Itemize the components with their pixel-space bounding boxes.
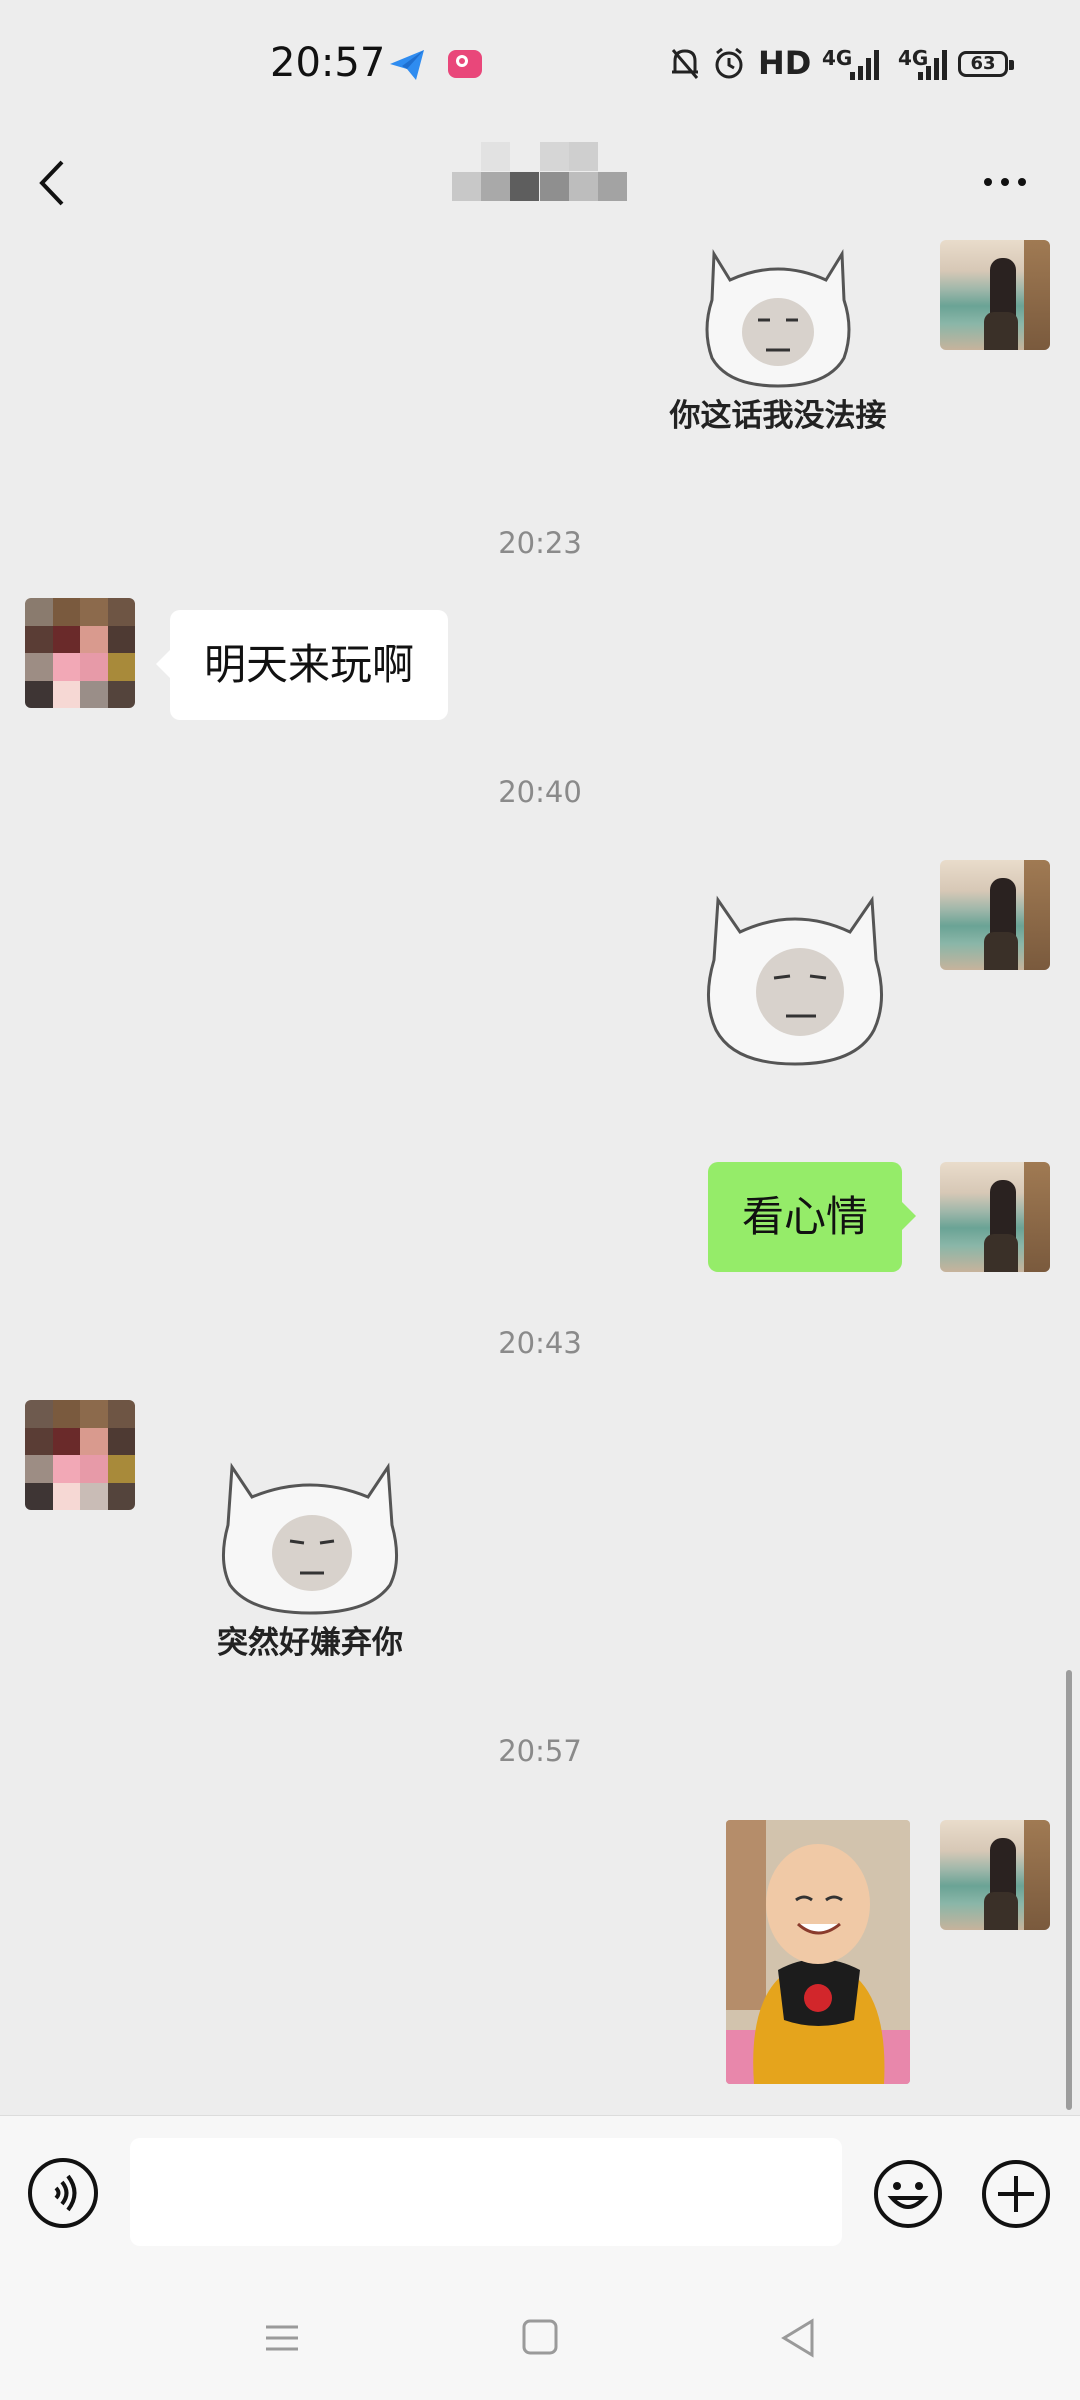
cat-face-sticker-icon bbox=[705, 249, 851, 388]
emoji-icon[interactable] bbox=[872, 2158, 944, 2230]
alarm-icon bbox=[715, 47, 743, 79]
status-bar: 20:57 HD 4G 4G 63 bbox=[0, 0, 1080, 130]
timestamp: 20:40 bbox=[498, 775, 582, 809]
self-avatar[interactable] bbox=[940, 1820, 1050, 1930]
voice-waves-icon bbox=[54, 2174, 77, 2212]
signal-icon bbox=[850, 50, 879, 80]
cat-face-sticker-icon bbox=[706, 895, 884, 1066]
timestamp: 20:57 bbox=[498, 1734, 582, 1768]
scrollbar[interactable] bbox=[1066, 1670, 1072, 2110]
battery-icon: 63 bbox=[958, 51, 1014, 77]
menu-icon[interactable] bbox=[252, 2313, 312, 2363]
home-icon[interactable] bbox=[510, 2313, 570, 2363]
status-time: 20:57 bbox=[270, 40, 386, 86]
timestamp: 20:43 bbox=[498, 1326, 582, 1360]
self-avatar[interactable] bbox=[940, 1162, 1050, 1272]
timestamp: 20:23 bbox=[498, 526, 582, 560]
sticker-message[interactable]: 你这话我没法接 bbox=[638, 240, 918, 472]
message-input[interactable] bbox=[130, 2138, 842, 2246]
chevron-left-icon[interactable] bbox=[26, 148, 96, 218]
paper-plane-icon bbox=[390, 50, 424, 80]
signal-icon-2 bbox=[918, 50, 947, 80]
app-notification-icon bbox=[448, 50, 482, 78]
system-nav-bar bbox=[0, 2275, 1080, 2400]
hd-indicator: HD bbox=[758, 44, 812, 82]
mute-bell-icon bbox=[671, 49, 699, 79]
cat-face-sticker-icon bbox=[222, 1462, 398, 1615]
message-list[interactable]: 你这话我没法接 20:23 明天来玩啊 20:40 看心情 20:43 突然好嫌… bbox=[0, 240, 1080, 2110]
contact-avatar[interactable] bbox=[25, 1400, 135, 1510]
baby-photo bbox=[726, 1820, 910, 2084]
input-bar bbox=[0, 2115, 1080, 2276]
sticker-caption: 突然好嫌弃你 bbox=[217, 1625, 403, 1661]
sticker-message[interactable] bbox=[690, 880, 900, 1080]
message-bubble-received[interactable]: 明天来玩啊 bbox=[155, 610, 449, 720]
plus-icon[interactable] bbox=[980, 2158, 1052, 2230]
message-text: 明天来玩啊 bbox=[204, 640, 415, 689]
contact-avatar[interactable] bbox=[25, 598, 135, 708]
self-avatar[interactable] bbox=[940, 240, 1050, 350]
chat-header bbox=[0, 130, 1080, 240]
message-bubble-sent[interactable]: 看心情 bbox=[708, 1162, 917, 1272]
more-dots-icon[interactable] bbox=[966, 162, 1036, 202]
sticker-caption: 你这话我没法接 bbox=[669, 398, 887, 434]
voice-icon[interactable] bbox=[28, 2158, 98, 2228]
back-triangle-icon[interactable] bbox=[768, 2313, 828, 2363]
sticker-message[interactable]: 突然好嫌弃你 bbox=[180, 1455, 440, 1675]
message-text: 看心情 bbox=[742, 1192, 869, 1241]
battery-level: 63 bbox=[970, 53, 996, 74]
contact-name-obscured bbox=[452, 142, 628, 202]
self-avatar[interactable] bbox=[940, 860, 1050, 970]
image-message[interactable] bbox=[726, 1820, 910, 2084]
